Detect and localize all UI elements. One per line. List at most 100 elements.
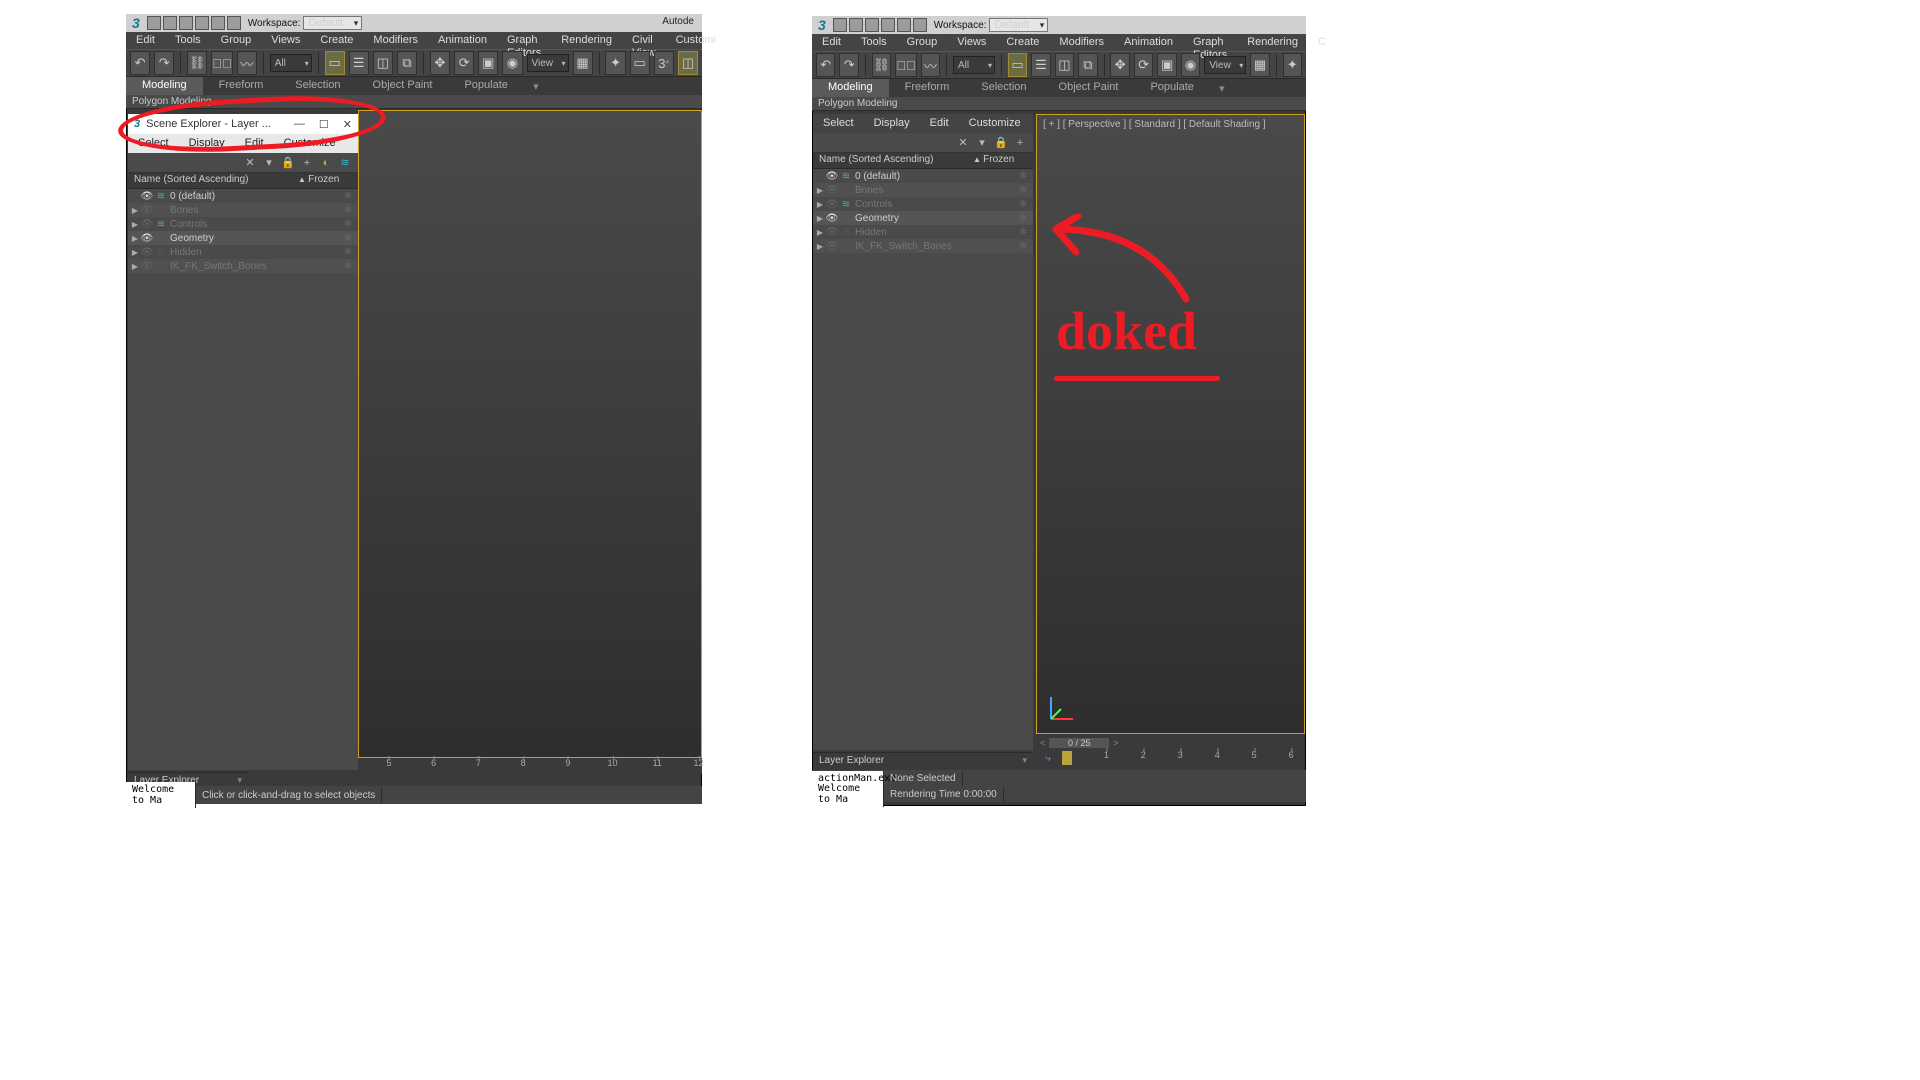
redo-button[interactable]: ↷ [154,51,174,75]
visibility-icon[interactable]: 👁 [140,261,154,272]
expand-icon[interactable]: ▶ [815,242,825,251]
ribbon-tab-selection[interactable]: Selection [965,79,1042,97]
explorer-menu-customize[interactable]: Customize [274,134,346,153]
bind-button[interactable]: 〰 [921,53,940,77]
ribbon-tab-populate[interactable]: Populate [1134,79,1209,97]
chevron-down-icon[interactable]: ▾ [237,775,242,786]
expand-icon[interactable]: ▶ [815,186,825,195]
chevron-down-icon[interactable]: ▾ [1022,755,1027,766]
ribbon-tab-populate[interactable]: Populate [448,77,523,95]
explorer-add-icon[interactable]: + [300,156,314,170]
visibility-icon[interactable]: 👁 [140,205,154,216]
layer-row[interactable]: ▶ 👁 ≋ IK_FK_Switch_Bones ❄ [128,259,358,273]
layer-row[interactable]: ▶ 👁 ≋ Geometry ❄ [128,231,358,245]
placement-button[interactable]: ◉ [502,51,522,75]
expand-icon[interactable]: ▶ [815,214,825,223]
layer-row[interactable]: ▶ 👁 ≋ Bones ❄ [128,203,358,217]
minimize-button[interactable]: — [294,118,305,131]
ribbon-expand-icon[interactable]: ▾ [524,77,548,95]
workspace-dropdown[interactable]: Default [989,18,1048,32]
qat-redo-icon[interactable] [897,18,911,32]
menu-tools[interactable]: Tools [165,32,211,49]
explorer-menu-display[interactable]: Display [179,134,235,153]
freeze-icon[interactable]: ❄ [1013,171,1033,182]
qat-undo-icon[interactable] [195,16,209,30]
visibility-icon[interactable]: 👁 [140,233,154,244]
select-button[interactable]: ▭ [325,51,345,75]
menu-create[interactable]: Create [996,34,1049,51]
menu-grapheditors[interactable]: Graph Editors [497,32,551,49]
freeze-icon[interactable]: ❄ [338,205,358,216]
refcoord-dropdown[interactable]: View [1204,56,1246,74]
scale-button[interactable]: ▣ [1157,53,1176,77]
visibility-icon[interactable]: 👁 [140,219,154,230]
qat-link-icon[interactable] [913,18,927,32]
menu-clipped[interactable]: C [1308,34,1336,51]
pivot-button[interactable]: ▦ [573,51,593,75]
column-name-header[interactable]: Name (Sorted Ascending) [813,153,973,168]
explorer-lock-icon[interactable]: 🔒 [281,156,295,170]
ribbon-tab-selection[interactable]: Selection [279,77,356,95]
link-button[interactable]: ⛓ [187,51,207,75]
selection-filter-dropdown[interactable]: All [953,56,995,74]
explorer-filter-icon[interactable]: ▾ [262,156,276,170]
ribbon-expand-icon[interactable]: ▾ [1210,79,1234,97]
ribbon-tab-freeform[interactable]: Freeform [889,79,966,97]
scroll-right-icon[interactable]: > [1109,738,1122,748]
close-button[interactable]: ✕ [343,118,352,131]
unlink-button[interactable]: ⛓⃠ [895,53,917,77]
layer-row[interactable]: ▶ 👁 ≋ Hidden ❄ [813,225,1033,239]
layer-row[interactable]: 👁 ≋ 0 (default) ❄ [128,189,358,203]
keymode-button[interactable]: ▭ [630,51,650,75]
menu-tools[interactable]: Tools [851,34,897,51]
qat-redo-icon[interactable] [211,16,225,30]
column-frozen-header[interactable]: Frozen [298,173,358,188]
visibility-icon[interactable]: 👁 [825,227,839,238]
layer-row[interactable]: ▶ 👁 ≋ IK_FK_Switch_Bones ❄ [813,239,1033,253]
menu-animation[interactable]: Animation [1114,34,1183,51]
explorer-clear-icon[interactable]: ✕ [956,136,970,150]
select-region-button[interactable]: ◫ [373,51,393,75]
menu-animation[interactable]: Animation [428,32,497,49]
explorer-clear-icon[interactable]: ✕ [243,156,257,170]
explorer-menu-edit[interactable]: Edit [920,114,959,133]
explorer-lock-icon[interactable]: 🔒 [994,136,1008,150]
expand-icon[interactable]: ▶ [130,262,140,271]
bind-button[interactable]: 〰 [237,51,257,75]
visibility-icon[interactable]: 👁 [825,199,839,210]
qat-open-icon[interactable] [849,18,863,32]
pivot-button[interactable]: ▦ [1250,53,1269,77]
freeze-icon[interactable]: ❄ [338,247,358,258]
freeze-icon[interactable]: ❄ [1013,199,1033,210]
menu-edit[interactable]: Edit [126,32,165,49]
time-counter[interactable]: 0 / 25 [1049,738,1109,748]
qat-save-icon[interactable] [179,16,193,30]
workspace-dropdown[interactable]: Default [303,16,362,30]
layer-row[interactable]: ▶ 👁 ≋ Hidden ❄ [128,245,358,259]
layer-row[interactable]: ▶ 👁 ≋ Controls ❄ [813,197,1033,211]
undo-button[interactable]: ↶ [130,51,150,75]
ribbon-subpanel[interactable]: Polygon Modeling [126,95,702,109]
move-button[interactable]: ✥ [430,51,450,75]
layer-row[interactable]: ▶ 👁 ≋ Controls ❄ [128,217,358,231]
explorer-light-icon[interactable]: ◐ [319,156,333,170]
expand-icon[interactable]: ▶ [815,228,825,237]
menu-group[interactable]: Group [211,32,262,49]
redo-button[interactable]: ↷ [839,53,858,77]
freeze-icon[interactable]: ❄ [338,219,358,230]
freeze-icon[interactable]: ❄ [1013,241,1033,252]
visibility-icon[interactable]: 👁 [140,247,154,258]
ribbon-subpanel[interactable]: Polygon Modeling [812,97,1306,111]
menu-grapheditors[interactable]: Graph Editors [1183,34,1237,51]
expand-icon[interactable]: ▶ [130,248,140,257]
menu-views[interactable]: Views [261,32,310,49]
select-button[interactable]: ▭ [1008,53,1027,77]
menu-civilview[interactable]: Civil View [622,32,666,49]
menu-edit[interactable]: Edit [812,34,851,51]
visibility-icon[interactable]: 👁 [825,213,839,224]
visibility-icon[interactable]: 👁 [825,241,839,252]
explorer-menu-select[interactable]: Select [813,114,864,133]
visibility-icon[interactable]: 👁 [825,185,839,196]
menu-modifiers[interactable]: Modifiers [363,32,428,49]
expand-icon[interactable]: ▶ [130,234,140,243]
